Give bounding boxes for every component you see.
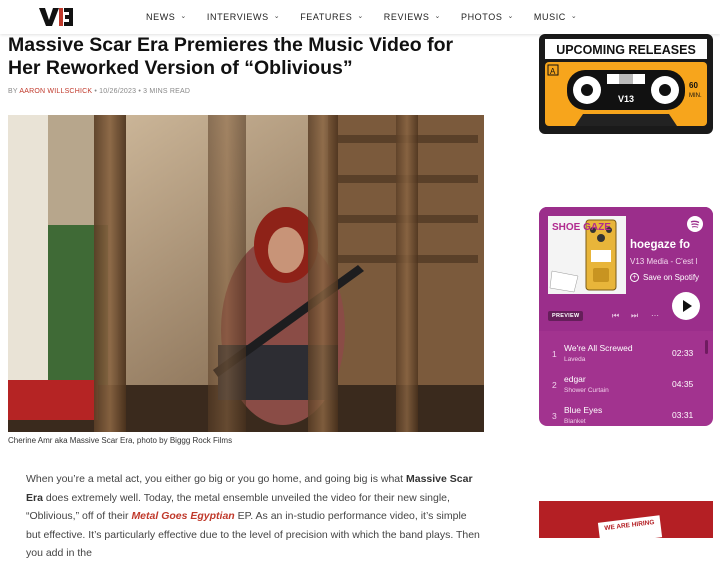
hiring-label: WE ARE HIRING (597, 515, 663, 538)
playlist-title[interactable]: hoegaze fo (630, 239, 690, 251)
chevron-down-icon: ⌄ (507, 13, 514, 20)
track-name: Blue Eyes (564, 405, 603, 415)
cassette-side-label: A (550, 67, 556, 76)
nav-features[interactable]: FEATURES ⌄ (300, 12, 364, 22)
image-caption: Cherine Amr aka Massive Scar Era, photo … (8, 436, 233, 445)
nav-music[interactable]: MUSIC ⌄ (534, 12, 577, 22)
spotify-embed: SHOE GAZE hoegaze fo V13 Media - C'est l… (539, 207, 713, 426)
track-duration: 03:31 (672, 410, 694, 420)
save-on-spotify-button[interactable]: + Save on Spotify (630, 273, 699, 282)
track-list-scrollbar[interactable] (705, 340, 708, 354)
track-artist: Shower Curtain (564, 387, 609, 394)
article-paragraph: When you’re a metal act, you either go b… (26, 470, 481, 563)
cassette-min-label: MIN. (689, 93, 702, 99)
track-number: 3 (552, 411, 557, 421)
paragraph-text: When you’re a metal act, you either go b… (26, 473, 406, 485)
playlist-subtitle: V13 Media - C'est l (630, 257, 698, 266)
article-title: Massive Scar Era Premieres the Music Vid… (8, 34, 454, 79)
chevron-down-icon: ⌄ (570, 13, 578, 20)
chevron-down-icon: ⌄ (180, 13, 187, 20)
nav-features-label: FEATURES (300, 12, 353, 22)
byline-prefix: BY (8, 88, 18, 95)
track-name: We're All Screwed (564, 343, 633, 353)
nav-reviews-label: REVIEWS (383, 12, 430, 22)
track-artist: Blanket (564, 418, 586, 425)
nav-news[interactable]: NEWS ⌄ (146, 12, 187, 22)
save-label: Save on Spotify (643, 273, 700, 282)
upcoming-releases-title: UPCOMING RELEASES (556, 43, 696, 57)
nav-photos[interactable]: PHOTOS ⌄ (461, 12, 514, 22)
track-name: edgar (564, 374, 586, 384)
cassette-minutes: 60 (689, 81, 698, 90)
author-link[interactable]: AARON WILLSCHICK (19, 88, 92, 95)
ep-link[interactable]: Metal Goes Egyptian (131, 510, 234, 522)
article-meta: BY AARON WILLSCHICK • 10/26/2023 • 3 MIN… (8, 88, 190, 95)
chevron-down-icon: ⌄ (273, 13, 281, 20)
nav-interviews[interactable]: INTERVIEWS ⌄ (207, 12, 280, 22)
spotify-logo-icon[interactable] (687, 216, 703, 232)
next-track-icon[interactable]: ⏭ (631, 311, 638, 321)
preview-badge: PREVIEW (548, 311, 584, 321)
nav-news-label: NEWS (146, 12, 176, 22)
hiring-banner[interactable]: WE ARE HIRING (539, 501, 713, 538)
previous-track-icon[interactable]: ⏮ (612, 311, 619, 321)
nav-interviews-label: INTERVIEWS (206, 12, 269, 22)
upcoming-releases-widget[interactable]: UPCOMING RELEASES A V13 60 MIN. (539, 34, 713, 134)
track-row[interactable]: 3 Blue Eyes Blanket 03:31 (539, 400, 713, 426)
playlist-cover[interactable]: SHOE GAZE (548, 216, 626, 294)
svg-text:V13: V13 (618, 94, 634, 104)
more-options-icon[interactable]: ⋯ (651, 311, 659, 320)
nav-music-label: MUSIC (533, 12, 566, 22)
article-date: 10/26/2023 (99, 88, 137, 95)
cover-text: SHOE GAZE (552, 222, 611, 233)
chevron-down-icon: ⌄ (357, 13, 364, 20)
play-button[interactable] (672, 292, 700, 320)
track-row[interactable]: 1 We're All Screwed Laveda 02:33 (539, 338, 713, 369)
track-list: 1 We're All Screwed Laveda 02:33 2 edgar… (539, 338, 713, 426)
track-artist: Laveda (564, 356, 586, 363)
track-row[interactable]: 2 edgar Shower Curtain 04:35 (539, 369, 713, 400)
read-time: 3 MINS READ (143, 88, 191, 95)
track-duration: 02:33 (672, 348, 694, 358)
chevron-down-icon: ⌄ (434, 13, 441, 20)
track-number: 2 (552, 380, 557, 390)
plus-circle-icon: + (630, 273, 639, 282)
hero-image (8, 115, 484, 432)
site-logo[interactable] (39, 8, 73, 26)
nav-photos-label: PHOTOS (460, 12, 503, 22)
main-menu: NEWS ⌄ INTERVIEWS ⌄ FEATURES ⌄ REVIEWS ⌄ PHO… (146, 0, 597, 34)
track-duration: 04:35 (672, 379, 694, 389)
top-navigation-bar: NEWS ⌄ INTERVIEWS ⌄ FEATURES ⌄ REVIEWS ⌄ PHO… (0, 0, 720, 34)
track-number: 1 (552, 349, 557, 359)
nav-reviews[interactable]: REVIEWS ⌄ (384, 12, 441, 22)
